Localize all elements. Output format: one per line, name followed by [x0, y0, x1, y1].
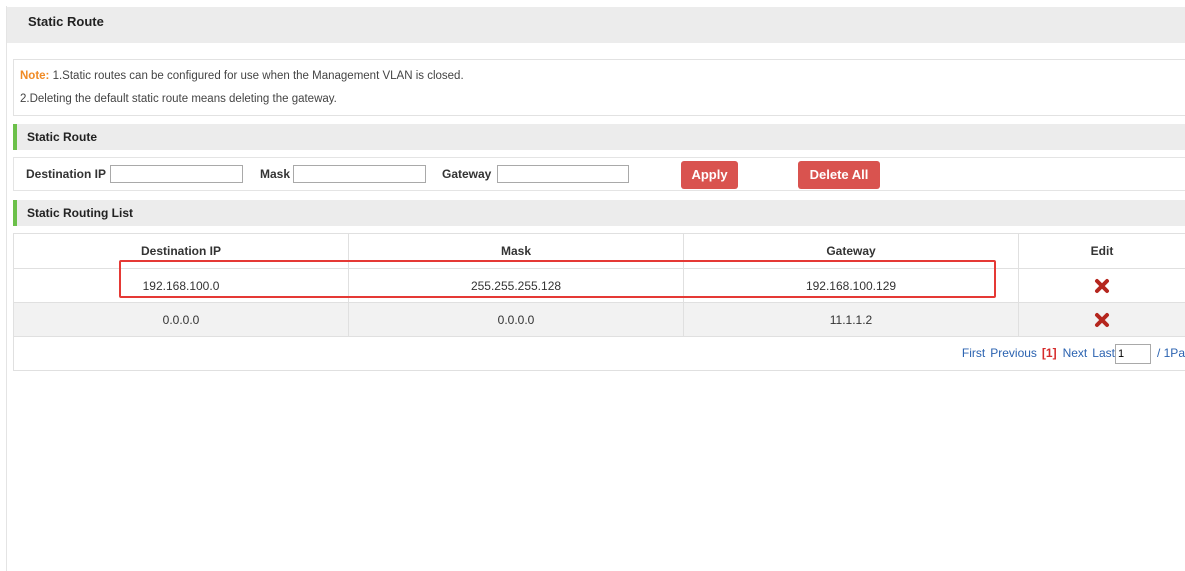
row-mask: 255.255.255.128 — [348, 268, 684, 303]
row-edit-cell — [1018, 302, 1185, 337]
delete-all-button[interactable]: Delete All — [798, 161, 880, 189]
pagination-row: First Previous [1] Next Last / 1Pa — [13, 336, 1185, 371]
destination-ip-label: Destination IP — [26, 167, 107, 181]
previous-page-link[interactable]: Previous — [990, 346, 1037, 360]
row-destination-ip: 0.0.0.0 — [13, 302, 349, 337]
note-line-2: 2.Deleting the default static route mean… — [20, 93, 337, 105]
row-mask: 0.0.0.0 — [348, 302, 684, 337]
static-routing-table: Destination IP Mask Gateway Edit 192.168… — [13, 233, 1185, 371]
note-label: Note: — [20, 70, 50, 82]
current-page-indicator: [1] — [1041, 345, 1057, 360]
destination-ip-input[interactable] — [110, 165, 243, 183]
apply-button[interactable]: Apply — [681, 161, 738, 189]
row-gateway: 11.1.1.2 — [683, 302, 1019, 337]
pagination: First Previous [1] Next Last / 1Pa — [962, 343, 1185, 364]
row-gateway: 192.168.100.129 — [683, 268, 1019, 303]
delete-x-icon[interactable] — [1094, 278, 1110, 294]
column-header-gateway: Gateway — [683, 233, 1019, 269]
row-destination-ip: 192.168.100.0 — [13, 268, 349, 303]
table-row: 192.168.100.0 255.255.255.128 192.168.10… — [13, 268, 1185, 303]
column-header-destination-ip: Destination IP — [13, 233, 349, 269]
mask-input[interactable] — [293, 165, 426, 183]
next-page-link[interactable]: Next — [1063, 346, 1088, 360]
gateway-input[interactable] — [497, 165, 629, 183]
delete-x-icon[interactable] — [1094, 312, 1110, 328]
table-header-row: Destination IP Mask Gateway Edit — [13, 233, 1185, 269]
note-text-1: 1.Static routes can be configured for us… — [52, 70, 464, 82]
column-header-edit: Edit — [1018, 233, 1185, 269]
note-box: Note: 1.Static routes can be configured … — [13, 59, 1185, 116]
last-page-link[interactable]: Last — [1092, 346, 1115, 360]
total-pages-label: / 1Pa — [1156, 345, 1185, 360]
page-title: Static Route — [7, 7, 1185, 43]
pagination-cell: First Previous [1] Next Last / 1Pa — [13, 336, 1185, 371]
static-route-section-title: Static Route — [13, 124, 1185, 150]
table-row: 0.0.0.0 0.0.0.0 11.1.1.2 — [13, 302, 1185, 337]
column-header-mask: Mask — [348, 233, 684, 269]
mask-label: Mask — [260, 167, 291, 181]
first-page-link[interactable]: First — [962, 346, 985, 360]
note-line-1: Note: 1.Static routes can be configured … — [20, 70, 464, 82]
row-edit-cell — [1018, 268, 1185, 303]
static-routing-list-title: Static Routing List — [13, 200, 1185, 226]
static-route-form: Destination IP Mask Gateway Apply Delete… — [13, 157, 1185, 191]
page-number-input[interactable] — [1114, 343, 1151, 364]
gateway-label: Gateway — [442, 167, 492, 181]
